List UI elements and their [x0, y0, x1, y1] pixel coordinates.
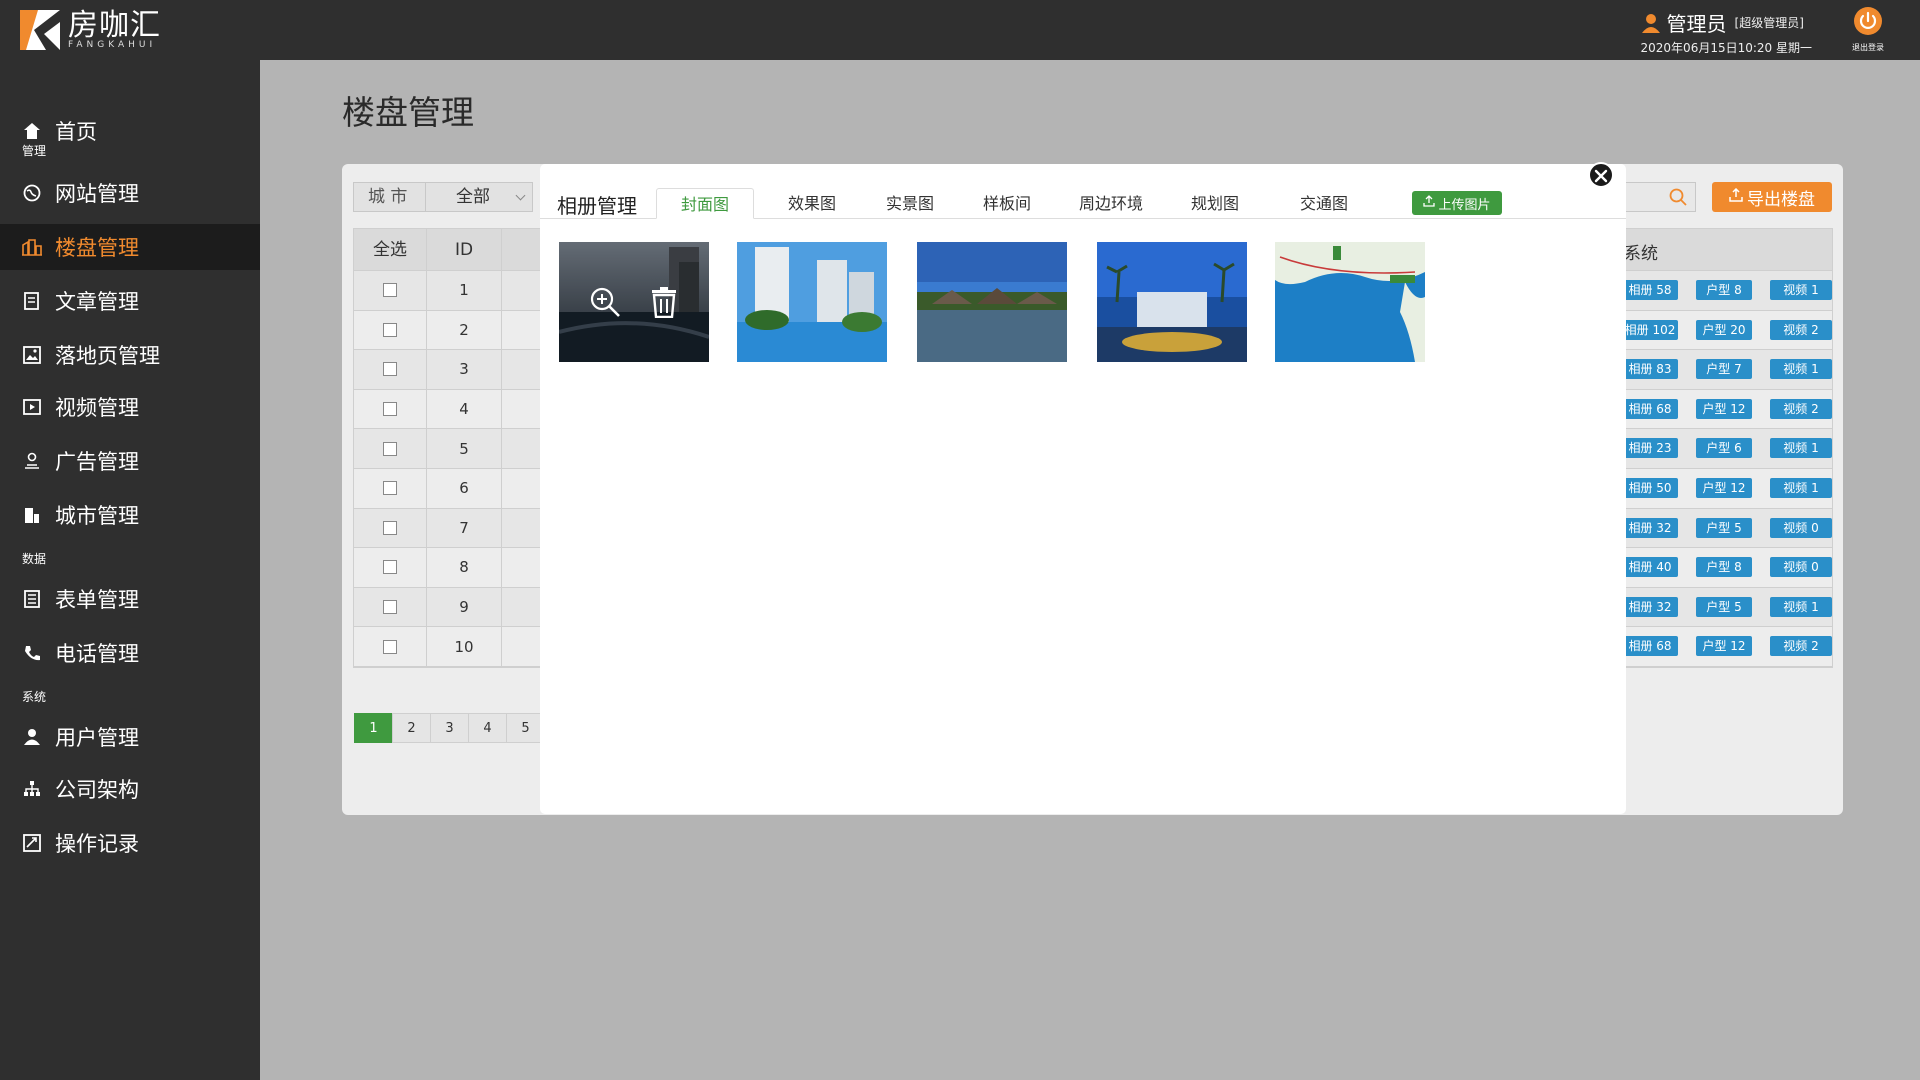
zoom-in-icon[interactable]	[589, 286, 621, 318]
tab-planning[interactable]: 规划图	[1175, 188, 1255, 219]
tab-showroom[interactable]: 样板间	[967, 188, 1047, 219]
upload-button[interactable]: 上传图片	[1412, 191, 1502, 215]
upload-icon	[1423, 195, 1436, 211]
logout-label: 退出登录	[1852, 43, 1884, 52]
album-modal: 相册管理 封面图 效果图 实景图 样板间 周边环境 规划图 交通图 上传图片	[540, 162, 1626, 814]
album-image[interactable]	[917, 242, 1067, 362]
logo-mark-icon	[18, 8, 62, 52]
tab-cover[interactable]: 封面图	[656, 188, 754, 219]
image-hover-overlay	[559, 242, 709, 362]
user-icon	[1641, 13, 1661, 33]
album-image[interactable]	[1275, 242, 1425, 362]
tab-surroundings[interactable]: 周边环境	[1061, 188, 1161, 219]
logo[interactable]: 房咖汇 FANGKAHUI	[18, 8, 161, 52]
logo-title: 房咖汇	[68, 8, 161, 43]
logout-button[interactable]: 退出登录	[1846, 6, 1890, 54]
datetime: 2020年06月15日10:20 星期一	[1640, 41, 1812, 55]
album-image[interactable]	[737, 242, 887, 362]
user-role: [超级管理员]	[1734, 16, 1804, 30]
top-bar: 房咖汇 FANGKAHUI 管理员 [超级管理员] 2020年06月15日10:…	[0, 0, 1920, 60]
power-icon	[1853, 6, 1883, 36]
album-image[interactable]	[559, 242, 709, 362]
user-name: 管理员	[1666, 12, 1727, 36]
upload-label: 上传图片	[1438, 197, 1491, 213]
tab-real-photo[interactable]: 实景图	[870, 188, 950, 219]
logo-subtitle: FANGKAHUI	[68, 40, 157, 50]
modal-title: 相册管理	[557, 194, 637, 218]
close-button[interactable]	[1588, 162, 1614, 188]
user-info: 管理员 [超级管理员] 2020年06月15日10:20 星期一	[1641, 8, 1812, 56]
trash-icon[interactable]	[649, 286, 679, 319]
tab-rendering[interactable]: 效果图	[772, 188, 852, 219]
album-image[interactable]	[1097, 242, 1247, 362]
tab-traffic[interactable]: 交通图	[1284, 188, 1364, 219]
close-icon	[1594, 168, 1608, 183]
